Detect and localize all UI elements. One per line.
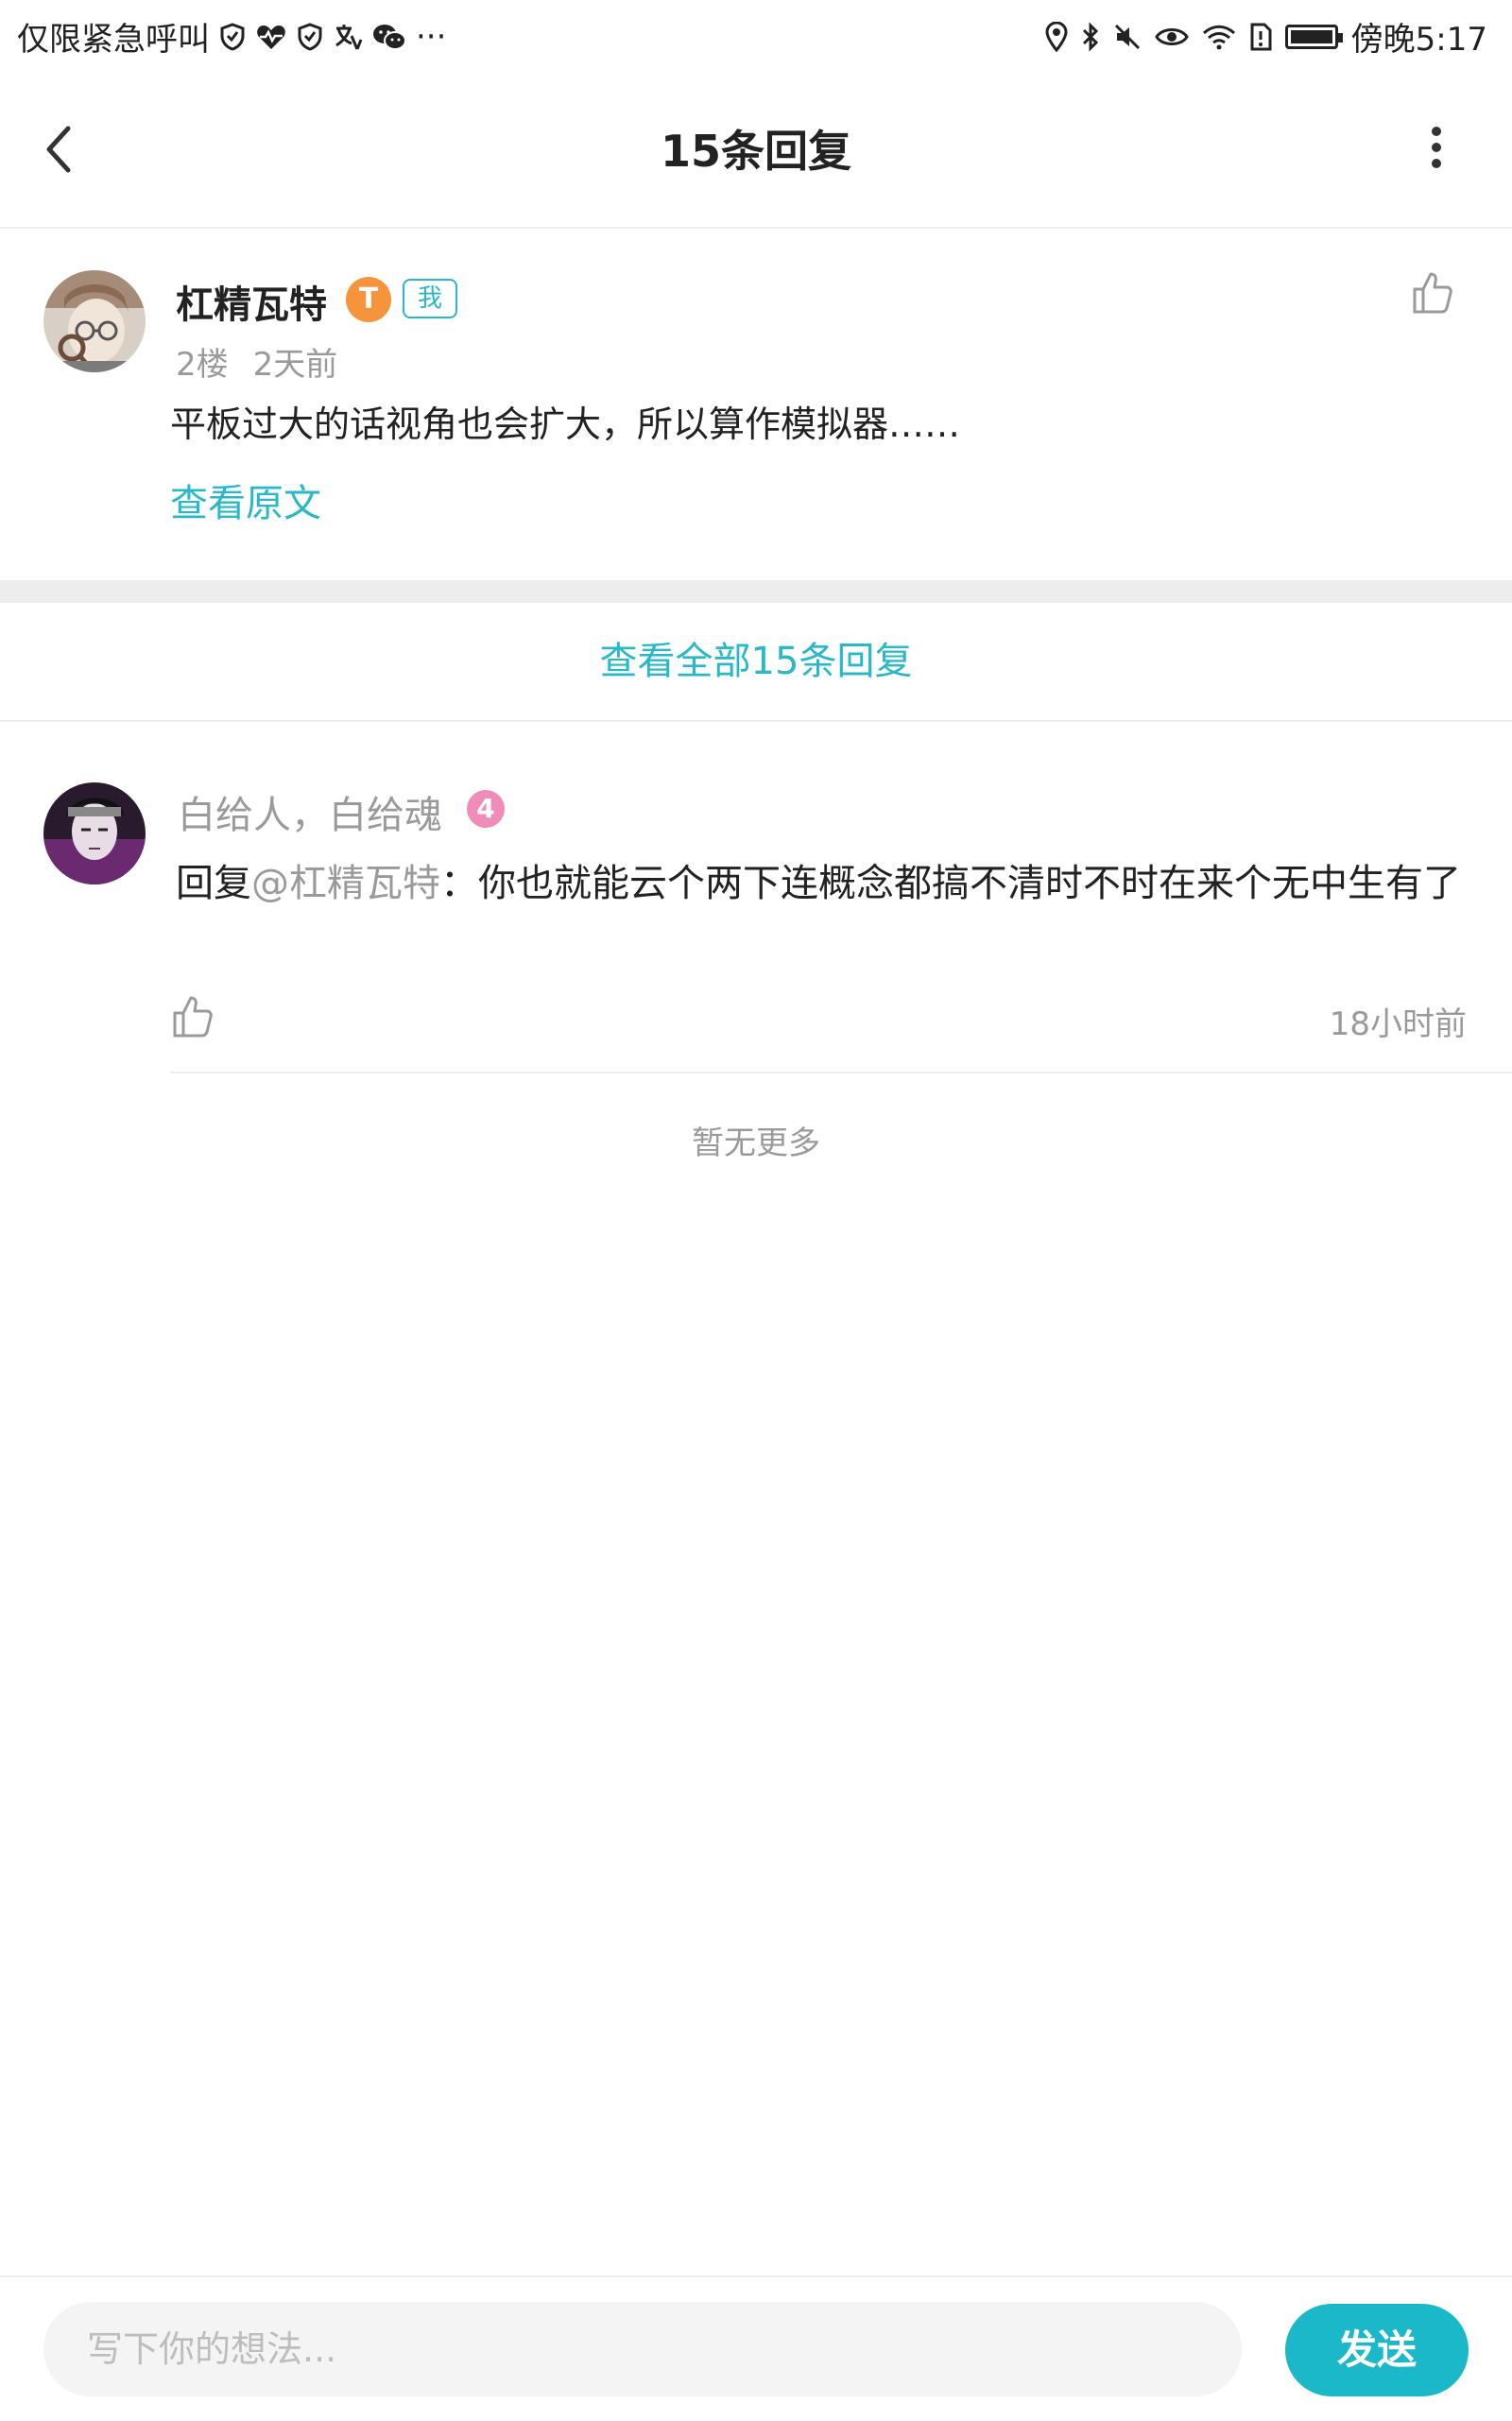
reply-like-button[interactable] [172,994,214,1039]
reply-divider [170,1072,1512,1073]
floor-number: 2楼 [176,346,229,384]
send-button[interactable]: 发送 [1285,2304,1469,2396]
more-options-button[interactable] [1418,120,1455,180]
wifi-icon [1202,25,1235,49]
sim-alert-icon [1250,23,1272,50]
reply-prefix: 回复 [176,862,251,905]
comment-bar: 发送 [0,2275,1512,2421]
level-badge: T [346,277,391,322]
thumbs-up-icon [1413,272,1452,314]
original-poster-name[interactable]: 杠精瓦特 [176,274,327,329]
eye-icon [1154,27,1189,45]
post-meta: 2楼 2天前 [176,338,362,385]
reply-username[interactable]: 白给人，白给魂 [178,784,442,839]
view-all-replies-link[interactable]: 查看全部15条回复 [0,603,1512,722]
wechat-icon [373,24,406,50]
location-icon [1045,21,1068,52]
mute-icon [1114,24,1140,49]
status-right: 傍晚5:17 [1045,13,1487,60]
me-badge: 我 [403,279,457,318]
reply-content: 回复@杠精瓦特：你也就能云个两下连概念都搞不清时不时在来个无中生有了 [176,854,1461,913]
view-original-link[interactable]: 查看原文 [170,472,321,527]
reply-level-badge: 4 [467,790,505,828]
status-bar: 仅限紧急呼叫 ··· 傍晚5:17 [0,0,1512,68]
mention-link[interactable]: @杠精瓦特 [251,862,440,905]
page-header: 15条回复 [0,68,1512,229]
heartbeat-icon [257,25,285,49]
translate-icon [335,24,363,50]
post-time: 2天前 [252,346,338,384]
page-title: 15条回复 [660,126,851,177]
clock: 傍晚5:17 [1350,21,1487,59]
shield-check-icon [298,22,322,51]
section-divider [0,580,1512,603]
no-more-text: 暂无更多 [692,1125,820,1162]
original-like-button[interactable] [1412,270,1453,316]
shield-check-icon [220,22,245,51]
thumbs-up-icon [173,996,213,1038]
original-poster-avatar[interactable] [43,270,146,372]
more-notifications: ··· [416,17,447,56]
carrier-text: 仅限紧急呼叫 [17,21,210,59]
status-left: 仅限紧急呼叫 ··· [17,13,446,60]
comment-input[interactable] [43,2302,1242,2396]
bluetooth-icon [1082,21,1098,52]
original-post-content: 平板过大的话视角也会扩大，所以算作模拟器…… [170,404,961,445]
reply-body: ：你也就能云个两下连概念都搞不清时不时在来个无中生有了 [440,862,1461,905]
reply-time: 18小时前 [1329,1005,1467,1043]
reply-avatar[interactable] [43,782,146,884]
battery-icon [1284,24,1343,49]
